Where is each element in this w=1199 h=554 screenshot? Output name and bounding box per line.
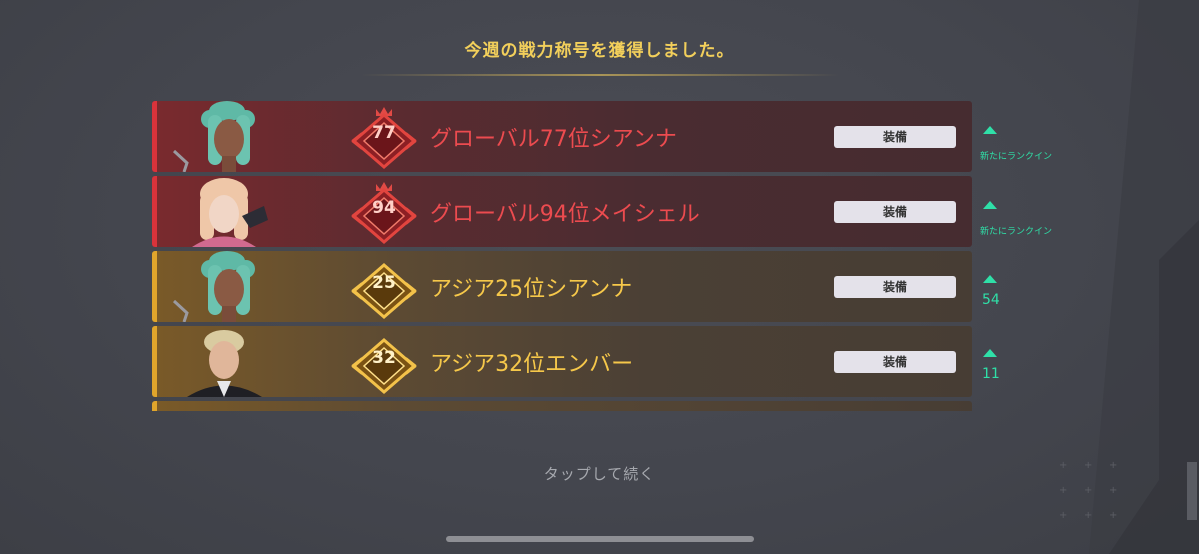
row-accent <box>152 326 157 397</box>
rank-number: 94 <box>372 198 396 218</box>
title-name: グローバル94位メイシェル <box>430 202 700 227</box>
title-row-partial <box>152 401 972 411</box>
rank-number: 25 <box>372 273 396 293</box>
meishel-portrait <box>192 178 268 247</box>
triangle-up-icon <box>983 126 997 134</box>
row-accent <box>152 101 157 172</box>
rank-change-text: 新たにランクイン <box>980 152 1053 162</box>
title-list[interactable]: 77 グローバル77位シアンナ 装備 94 グローバル94位メイシェル 装備 2… <box>152 101 972 411</box>
row-accent <box>152 176 157 247</box>
title-row[interactable]: 94 グローバル94位メイシェル 装備 <box>152 176 972 247</box>
svg-text:+: + <box>1059 510 1067 521</box>
svg-text:+: + <box>1109 510 1117 521</box>
equip-button[interactable]: 装備 <box>834 276 956 298</box>
title-row[interactable]: 77 グローバル77位シアンナ 装備 <box>152 101 972 172</box>
rank-change-value: 54 <box>982 292 1000 308</box>
triangle-up-icon <box>983 349 997 357</box>
title-name: アジア32位エンバー <box>430 352 634 377</box>
title-name: グローバル77位シアンナ <box>430 127 677 152</box>
triangle-up-icon <box>983 275 997 283</box>
equip-button[interactable]: 装備 <box>834 126 956 148</box>
svg-text:+: + <box>1084 510 1092 521</box>
ember-portrait <box>187 330 262 397</box>
triangle-up-icon <box>983 201 997 209</box>
sianna-portrait <box>172 251 255 322</box>
svg-text:+: + <box>1084 485 1092 496</box>
svg-text:+: + <box>1109 485 1117 496</box>
title-row[interactable]: 25 アジア25位シアンナ 装備 <box>152 251 972 322</box>
sianna-portrait <box>172 101 255 172</box>
title-name: アジア25位シアンナ <box>430 277 633 302</box>
home-indicator[interactable] <box>446 536 754 542</box>
tap-to-continue[interactable]: タップして続く <box>0 463 1199 484</box>
title-divider <box>360 74 840 76</box>
row-accent <box>152 251 157 322</box>
rank-number: 77 <box>372 123 396 143</box>
page-title: 今週の戦力称号を獲得しました。 <box>464 41 735 61</box>
equip-button[interactable]: 装備 <box>834 201 956 223</box>
rank-change-value: 11 <box>982 366 1000 382</box>
rank-number: 32 <box>372 348 396 368</box>
rank-change-text: 新たにランクイン <box>980 227 1053 237</box>
title-row[interactable]: 32 アジア32位エンバー 装備 <box>152 326 972 397</box>
equip-button[interactable]: 装備 <box>834 351 956 373</box>
svg-text:+: + <box>1059 485 1067 496</box>
